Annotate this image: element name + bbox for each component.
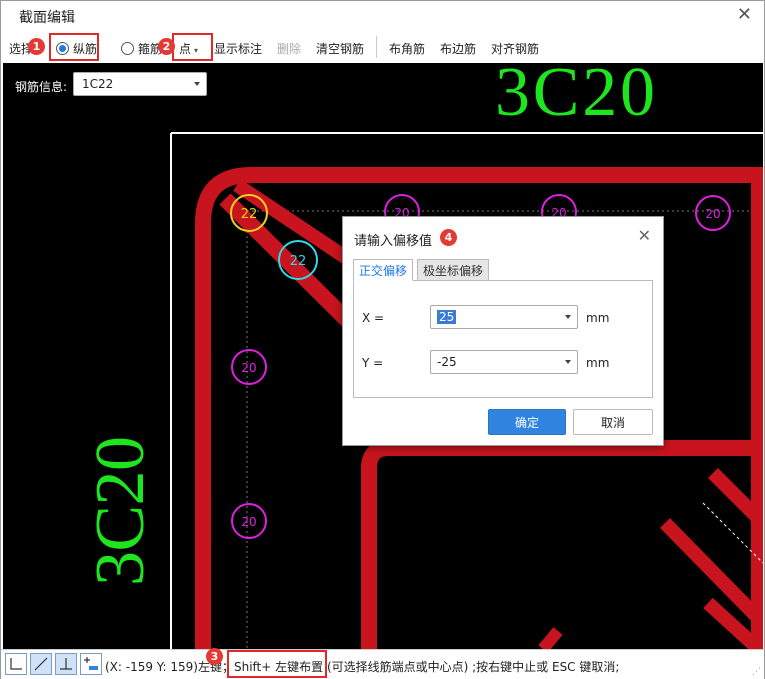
rebar-label-left-1: 20 bbox=[241, 361, 256, 375]
offset-point-glyph bbox=[84, 657, 98, 670]
radio-stirrup[interactable]: 箍筋 bbox=[121, 40, 162, 57]
dropdown-caret-icon bbox=[565, 360, 571, 364]
offset-panel: X = 25 mm Y = -25 mm bbox=[353, 280, 653, 398]
radio-unchecked-icon bbox=[121, 42, 134, 55]
window-title: 截面编辑 bbox=[19, 10, 75, 26]
close-icon[interactable]: ✕ bbox=[638, 226, 651, 245]
dropdown-caret-icon bbox=[194, 82, 200, 86]
offset-dialog: 请输入偏移值 4 ✕ 正交偏移 极坐标偏移 X = 25 mm Y = -25 … bbox=[342, 216, 664, 446]
ortho-line-glyph bbox=[10, 658, 22, 670]
dialog-title: 请输入偏移值 bbox=[354, 234, 433, 249]
rebar-label-left-2: 20 bbox=[241, 515, 256, 529]
step-badge-1: 1 bbox=[28, 38, 45, 55]
toolbar-divider bbox=[376, 36, 377, 58]
tab-orthogonal-offset[interactable]: 正交偏移 bbox=[353, 259, 413, 281]
perpendicular-icon[interactable] bbox=[55, 653, 77, 675]
dropdown-caret-icon bbox=[565, 315, 571, 319]
toolbar: 选择 纵筋 箍筋 点 ▾ 显示标注 删除 清空钢筋 布角筋 布边筋 对齐钢筋 1 … bbox=[1, 31, 764, 63]
perpendicular-glyph bbox=[60, 658, 72, 670]
ok-button[interactable]: 确定 bbox=[488, 409, 566, 435]
step-badge-3: 3 bbox=[206, 648, 223, 665]
show-annotation-button[interactable]: 显示标注 bbox=[214, 40, 262, 57]
y-offset-value: -25 bbox=[437, 355, 457, 369]
offset-point-icon[interactable] bbox=[80, 653, 102, 675]
resize-grip-icon[interactable]: ⋰ bbox=[752, 667, 761, 677]
delete-button[interactable]: 删除 bbox=[277, 40, 301, 57]
y-offset-input[interactable]: -25 bbox=[430, 350, 578, 374]
x-label: X = bbox=[362, 311, 385, 325]
rebar-label-corner: 22 bbox=[241, 207, 258, 222]
status-hint: (X: -159 Y: 159)左键；Shift+ 左键布置 (可选择线筋端点或… bbox=[105, 660, 620, 674]
top-annotation: 3C20 bbox=[495, 63, 655, 131]
y-unit: mm bbox=[586, 356, 610, 370]
close-icon[interactable]: ✕ bbox=[737, 4, 752, 25]
title-bar: 截面编辑 ✕ bbox=[1, 1, 764, 31]
section-edit-window: 截面编辑 ✕ 选择 纵筋 箍筋 点 ▾ 显示标注 删除 清空钢筋 布角筋 布边筋 … bbox=[0, 0, 765, 679]
rebar-label-top-3: 20 bbox=[705, 207, 720, 221]
highlight-box-2 bbox=[172, 33, 213, 61]
status-bar: (X: -159 Y: 159)左键；Shift+ 左键布置 (可选择线筋端点或… bbox=[1, 648, 764, 679]
rebar-info-label: 钢筋信息: bbox=[15, 80, 68, 94]
cancel-button[interactable]: 取消 bbox=[573, 409, 653, 435]
align-rebar-button[interactable]: 对齐钢筋 bbox=[491, 40, 539, 57]
diagonal-line-icon[interactable] bbox=[30, 653, 52, 675]
rebar-info-select[interactable]: 1C22 bbox=[73, 72, 207, 96]
edge-rebar-button[interactable]: 布边筋 bbox=[440, 40, 476, 57]
clear-rebar-button[interactable]: 清空钢筋 bbox=[316, 40, 364, 57]
step-badge-4: 4 bbox=[440, 229, 457, 246]
left-annotation: 3C20 bbox=[82, 436, 159, 586]
rebar-label-inner: 22 bbox=[290, 254, 307, 269]
stirrup-inner-corner bbox=[361, 440, 763, 649]
rebar-info-value: 1C22 bbox=[82, 77, 114, 91]
corner-rebar-button[interactable]: 布角筋 bbox=[389, 40, 425, 57]
x-unit: mm bbox=[586, 311, 610, 325]
ortho-line-icon[interactable] bbox=[5, 653, 27, 675]
highlight-box-1 bbox=[49, 33, 99, 61]
highlight-box-3 bbox=[227, 650, 327, 678]
y-label: Y = bbox=[362, 356, 384, 370]
diagonal-line-glyph bbox=[34, 657, 48, 671]
x-offset-input[interactable]: 25 bbox=[430, 305, 578, 329]
step-badge-2: 2 bbox=[158, 38, 175, 55]
tab-polar-offset[interactable]: 极坐标偏移 bbox=[417, 259, 489, 281]
stirrup-diagonal-4 bbox=[538, 627, 563, 649]
x-offset-value: 25 bbox=[437, 310, 457, 324]
